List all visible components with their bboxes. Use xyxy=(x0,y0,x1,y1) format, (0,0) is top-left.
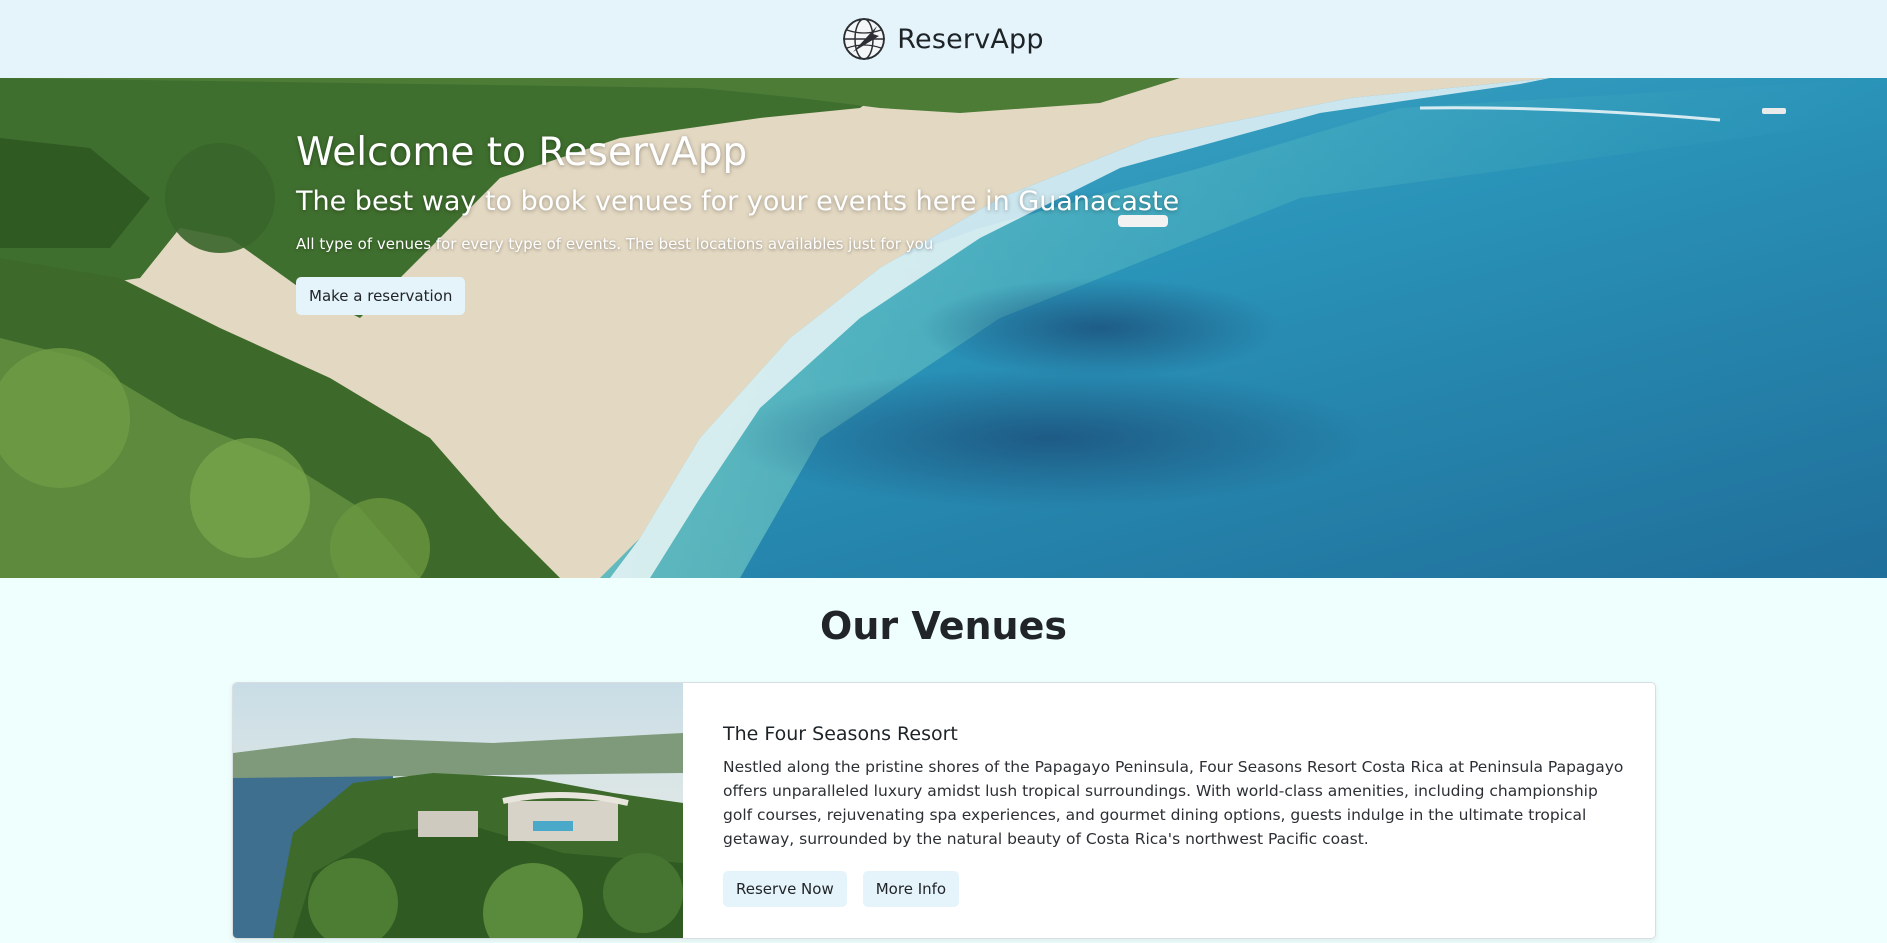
venues-heading: Our Venues xyxy=(820,604,1067,648)
venue-card: The Four Seasons Resort Nestled along th… xyxy=(232,682,1656,939)
venue-description: Nestled along the pristine shores of the… xyxy=(723,758,1624,848)
resort-aerial-photo xyxy=(233,683,683,938)
hero-banner: Welcome to ReservApp The best way to boo… xyxy=(0,78,1887,578)
reserve-now-button[interactable]: Reserve Now xyxy=(723,871,847,907)
hero-content: Welcome to ReservApp The best way to boo… xyxy=(296,126,1179,315)
brand-name: ReservApp xyxy=(897,23,1044,55)
brand[interactable]: ReservApp xyxy=(843,18,1044,60)
navbar: ReservApp xyxy=(0,0,1887,78)
hero-title: Welcome to ReservApp xyxy=(296,130,748,175)
venue-title: The Four Seasons Resort xyxy=(723,723,958,745)
venue-actions: Reserve Now More Info xyxy=(723,871,1628,907)
more-info-button[interactable]: More Info xyxy=(862,871,960,907)
make-reservation-button[interactable]: Make a reservation xyxy=(296,277,466,315)
hero-subtitle: The best way to book venues for your eve… xyxy=(296,186,1180,217)
globe-plane-logo-icon xyxy=(843,18,886,60)
venue-body: The Four Seasons Resort Nestled along th… xyxy=(683,683,1655,938)
hero-description: All type of venues for every type of eve… xyxy=(296,235,934,253)
